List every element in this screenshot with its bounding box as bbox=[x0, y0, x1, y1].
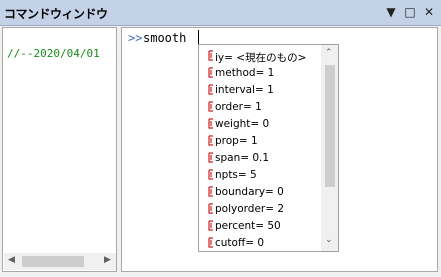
autocomplete-item-label: iy= <現在のもの> bbox=[215, 52, 307, 64]
parameter-icon bbox=[208, 67, 213, 78]
autocomplete-item[interactable]: boundary= 0 bbox=[199, 184, 323, 201]
parameter-icon bbox=[208, 84, 213, 95]
autocomplete-item-label: span= 0.1 bbox=[215, 152, 270, 164]
maximize-button[interactable]: □ bbox=[403, 5, 417, 19]
autocomplete-item-label: order= 1 bbox=[215, 101, 262, 113]
autocomplete-item[interactable]: prop= 1 bbox=[199, 133, 323, 150]
title-bar: コマンドウィンドウ ▼ □ ✕ bbox=[0, 0, 441, 26]
history-line: //--2020/04/01 bbox=[7, 47, 100, 60]
autocomplete-item-label: interval= 1 bbox=[215, 84, 274, 96]
text-caret bbox=[198, 30, 199, 45]
command-pane[interactable]: >> smooth iy= <現在のもの> method= 1 interval= … bbox=[121, 27, 438, 272]
command-input[interactable]: smooth bbox=[143, 31, 186, 45]
autocomplete-item[interactable]: method= 1 bbox=[199, 65, 323, 82]
horizontal-scrollbar[interactable]: ◀ ▶ bbox=[4, 253, 116, 270]
autocomplete-item[interactable]: polyorder= 2 bbox=[199, 201, 323, 218]
parameter-icon bbox=[208, 101, 213, 112]
autocomplete-item-label: weight= 0 bbox=[215, 118, 270, 130]
status-bar bbox=[0, 273, 441, 277]
parameter-icon bbox=[208, 50, 213, 61]
parameter-icon bbox=[208, 220, 213, 231]
parameter-icon bbox=[208, 118, 213, 129]
autocomplete-item[interactable]: npts= 5 bbox=[199, 167, 323, 184]
parameter-icon bbox=[208, 169, 213, 180]
autocomplete-item-label: npts= 5 bbox=[215, 169, 257, 181]
parameter-icon bbox=[208, 203, 213, 214]
close-button[interactable]: ✕ bbox=[422, 5, 436, 19]
history-pane[interactable]: //--2020/04/01 ◀ ▶ bbox=[2, 27, 117, 272]
autocomplete-item[interactable]: span= 0.1 bbox=[199, 150, 323, 167]
scroll-down-icon[interactable]: ⌄ bbox=[325, 235, 333, 245]
scroll-thumb[interactable] bbox=[325, 65, 335, 187]
parameter-icon bbox=[208, 237, 213, 248]
scroll-up-icon[interactable]: ⌃ bbox=[325, 48, 333, 58]
scroll-left-icon[interactable]: ◀ bbox=[8, 255, 15, 265]
command-prompt: >> bbox=[128, 31, 143, 45]
dropdown-button[interactable]: ▼ bbox=[384, 5, 398, 19]
autocomplete-item-label: prop= 1 bbox=[215, 135, 258, 147]
parameter-icon bbox=[208, 186, 213, 197]
parameter-icon bbox=[208, 152, 213, 163]
autocomplete-item-label: cutoff= 0 bbox=[215, 237, 265, 249]
autocomplete-popup[interactable]: iy= <現在のもの> method= 1 interval= 1 order= 1 w… bbox=[198, 44, 339, 252]
autocomplete-item[interactable]: cutoff= 0 bbox=[199, 235, 323, 251]
autocomplete-item-label: polyorder= 2 bbox=[215, 203, 285, 215]
autocomplete-item[interactable]: iy= <現在のもの> bbox=[199, 48, 323, 65]
parameter-icon bbox=[208, 135, 213, 146]
autocomplete-item[interactable]: percent= 50 bbox=[199, 218, 323, 235]
autocomplete-item[interactable]: weight= 0 bbox=[199, 116, 323, 133]
vertical-scrollbar[interactable]: ⌃ ⌄ bbox=[321, 45, 338, 251]
autocomplete-item[interactable]: order= 1 bbox=[199, 99, 323, 116]
autocomplete-item[interactable]: interval= 1 bbox=[199, 82, 323, 99]
window-title: コマンドウィンドウ bbox=[4, 7, 108, 21]
autocomplete-item-label: method= 1 bbox=[215, 67, 275, 79]
scroll-thumb[interactable] bbox=[22, 256, 84, 267]
main-area: //--2020/04/01 ◀ ▶ >> smooth iy= <現在のもの>… bbox=[2, 27, 438, 273]
autocomplete-item-label: percent= 50 bbox=[215, 220, 281, 232]
scroll-right-icon[interactable]: ▶ bbox=[104, 255, 111, 265]
autocomplete-item-label: boundary= 0 bbox=[215, 186, 284, 198]
